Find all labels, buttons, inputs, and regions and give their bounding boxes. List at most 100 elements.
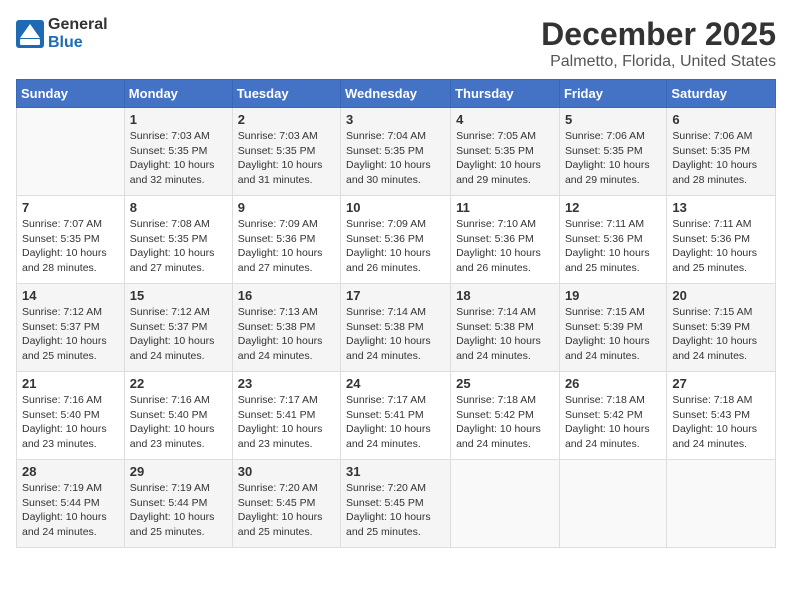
day-number: 16 xyxy=(238,288,335,303)
calendar-cell: 23 Sunrise: 7:17 AM Sunset: 5:41 PM Dayli… xyxy=(232,372,340,460)
calendar-cell: 13 Sunrise: 7:11 AM Sunset: 5:36 PM Dayli… xyxy=(667,196,776,284)
day-number: 19 xyxy=(565,288,661,303)
day-info: Sunrise: 7:14 AM Sunset: 5:38 PM Dayligh… xyxy=(346,305,445,364)
day-number: 4 xyxy=(456,112,554,127)
day-info: Sunrise: 7:18 AM Sunset: 5:42 PM Dayligh… xyxy=(565,393,661,452)
calendar-cell: 7 Sunrise: 7:07 AM Sunset: 5:35 PM Daylig… xyxy=(17,196,125,284)
logo: General Blue xyxy=(16,16,108,51)
calendar-cell: 8 Sunrise: 7:08 AM Sunset: 5:35 PM Daylig… xyxy=(124,196,232,284)
day-info: Sunrise: 7:10 AM Sunset: 5:36 PM Dayligh… xyxy=(456,217,554,276)
day-info: Sunrise: 7:12 AM Sunset: 5:37 PM Dayligh… xyxy=(22,305,119,364)
day-number: 12 xyxy=(565,200,661,215)
day-header-friday: Friday xyxy=(559,80,666,108)
day-info: Sunrise: 7:06 AM Sunset: 5:35 PM Dayligh… xyxy=(672,129,770,188)
day-info: Sunrise: 7:06 AM Sunset: 5:35 PM Dayligh… xyxy=(565,129,661,188)
day-info: Sunrise: 7:05 AM Sunset: 5:35 PM Dayligh… xyxy=(456,129,554,188)
day-number: 8 xyxy=(130,200,227,215)
calendar-title: December 2025 xyxy=(541,16,776,53)
day-info: Sunrise: 7:20 AM Sunset: 5:45 PM Dayligh… xyxy=(346,481,445,540)
calendar-cell xyxy=(667,460,776,548)
day-header-monday: Monday xyxy=(124,80,232,108)
logo-icon xyxy=(16,20,44,48)
calendar-cell: 21 Sunrise: 7:16 AM Sunset: 5:40 PM Dayli… xyxy=(17,372,125,460)
day-info: Sunrise: 7:13 AM Sunset: 5:38 PM Dayligh… xyxy=(238,305,335,364)
calendar-cell: 29Sunrise: 7:19 AM Sunset: 5:44 PM Dayli… xyxy=(124,460,232,548)
day-number: 3 xyxy=(346,112,445,127)
day-number: 10 xyxy=(346,200,445,215)
day-info: Sunrise: 7:04 AM Sunset: 5:35 PM Dayligh… xyxy=(346,129,445,188)
calendar-cell: 15Sunrise: 7:12 AM Sunset: 5:37 PM Dayli… xyxy=(124,284,232,372)
day-number: 22 xyxy=(130,376,227,391)
day-number: 2 xyxy=(238,112,335,127)
day-number: 20 xyxy=(672,288,770,303)
day-number: 17 xyxy=(346,288,445,303)
day-header-wednesday: Wednesday xyxy=(341,80,451,108)
calendar-cell xyxy=(559,460,666,548)
week-row: 21 Sunrise: 7:16 AM Sunset: 5:40 PM Dayli… xyxy=(17,372,776,460)
day-number: 1 xyxy=(130,112,227,127)
logo-text: General Blue xyxy=(48,16,108,51)
calendar-subtitle: Palmetto, Florida, United States xyxy=(541,53,776,71)
day-number: 31 xyxy=(346,464,445,479)
day-number: 28 xyxy=(22,464,119,479)
week-row: 28 Sunrise: 7:19 AM Sunset: 5:44 PM Dayli… xyxy=(17,460,776,548)
day-number: 15 xyxy=(130,288,227,303)
calendar-cell: 18 Sunrise: 7:14 AM Sunset: 5:38 PM Dayli… xyxy=(451,284,560,372)
day-info: Sunrise: 7:18 AM Sunset: 5:42 PM Dayligh… xyxy=(456,393,554,452)
calendar-cell: 27Sunrise: 7:18 AM Sunset: 5:43 PM Dayli… xyxy=(667,372,776,460)
day-number: 5 xyxy=(565,112,661,127)
calendar-cell: 22 Sunrise: 7:16 AM Sunset: 5:40 PM Dayli… xyxy=(124,372,232,460)
day-info: Sunrise: 7:17 AM Sunset: 5:41 PM Dayligh… xyxy=(346,393,445,452)
day-number: 18 xyxy=(456,288,554,303)
day-header-thursday: Thursday xyxy=(451,80,560,108)
calendar-cell: 25Sunrise: 7:18 AM Sunset: 5:42 PM Dayli… xyxy=(451,372,560,460)
calendar-cell: 26 Sunrise: 7:18 AM Sunset: 5:42 PM Dayli… xyxy=(559,372,666,460)
calendar-cell: 11 Sunrise: 7:10 AM Sunset: 5:36 PM Dayli… xyxy=(451,196,560,284)
day-info: Sunrise: 7:18 AM Sunset: 5:43 PM Dayligh… xyxy=(672,393,770,452)
day-number: 24 xyxy=(346,376,445,391)
days-header-row: SundayMondayTuesdayWednesdayThursdayFrid… xyxy=(17,80,776,108)
day-info: Sunrise: 7:14 AM Sunset: 5:38 PM Dayligh… xyxy=(456,305,554,364)
day-number: 21 xyxy=(22,376,119,391)
day-info: Sunrise: 7:07 AM Sunset: 5:35 PM Dayligh… xyxy=(22,217,119,276)
week-row: 14 Sunrise: 7:12 AM Sunset: 5:37 PM Dayli… xyxy=(17,284,776,372)
calendar-cell: 14 Sunrise: 7:12 AM Sunset: 5:37 PM Dayli… xyxy=(17,284,125,372)
day-header-saturday: Saturday xyxy=(667,80,776,108)
day-number: 13 xyxy=(672,200,770,215)
calendar-cell: 4 Sunrise: 7:05 AM Sunset: 5:35 PM Daylig… xyxy=(451,108,560,196)
day-info: Sunrise: 7:08 AM Sunset: 5:35 PM Dayligh… xyxy=(130,217,227,276)
day-header-sunday: Sunday xyxy=(17,80,125,108)
day-info: Sunrise: 7:19 AM Sunset: 5:44 PM Dayligh… xyxy=(22,481,119,540)
day-info: Sunrise: 7:17 AM Sunset: 5:41 PM Dayligh… xyxy=(238,393,335,452)
calendar-cell: 1 Sunrise: 7:03 AM Sunset: 5:35 PM Daylig… xyxy=(124,108,232,196)
calendar-cell: 3 Sunrise: 7:04 AM Sunset: 5:35 PM Daylig… xyxy=(341,108,451,196)
day-number: 29 xyxy=(130,464,227,479)
day-number: 11 xyxy=(456,200,554,215)
day-info: Sunrise: 7:03 AM Sunset: 5:35 PM Dayligh… xyxy=(130,129,227,188)
day-number: 26 xyxy=(565,376,661,391)
logo-general: General xyxy=(48,16,108,34)
day-info: Sunrise: 7:11 AM Sunset: 5:36 PM Dayligh… xyxy=(672,217,770,276)
day-info: Sunrise: 7:20 AM Sunset: 5:45 PM Dayligh… xyxy=(238,481,335,540)
title-block: December 2025 Palmetto, Florida, United … xyxy=(541,16,776,71)
calendar-cell: 17 Sunrise: 7:14 AM Sunset: 5:38 PM Dayli… xyxy=(341,284,451,372)
day-info: Sunrise: 7:16 AM Sunset: 5:40 PM Dayligh… xyxy=(22,393,119,452)
calendar-cell: 2Sunrise: 7:03 AM Sunset: 5:35 PM Daylig… xyxy=(232,108,340,196)
day-number: 6 xyxy=(672,112,770,127)
day-number: 14 xyxy=(22,288,119,303)
day-number: 23 xyxy=(238,376,335,391)
calendar-cell: 28 Sunrise: 7:19 AM Sunset: 5:44 PM Dayli… xyxy=(17,460,125,548)
day-info: Sunrise: 7:15 AM Sunset: 5:39 PM Dayligh… xyxy=(565,305,661,364)
calendar-cell: 16 Sunrise: 7:13 AM Sunset: 5:38 PM Dayli… xyxy=(232,284,340,372)
logo-blue: Blue xyxy=(48,34,108,52)
day-info: Sunrise: 7:11 AM Sunset: 5:36 PM Dayligh… xyxy=(565,217,661,276)
calendar-cell: 24 Sunrise: 7:17 AM Sunset: 5:41 PM Dayli… xyxy=(341,372,451,460)
calendar-cell: 6 Sunrise: 7:06 AM Sunset: 5:35 PM Daylig… xyxy=(667,108,776,196)
calendar-cell: 10Sunrise: 7:09 AM Sunset: 5:36 PM Dayli… xyxy=(341,196,451,284)
page-header: General Blue December 2025 Palmetto, Flo… xyxy=(16,16,776,71)
day-info: Sunrise: 7:15 AM Sunset: 5:39 PM Dayligh… xyxy=(672,305,770,364)
day-header-tuesday: Tuesday xyxy=(232,80,340,108)
day-info: Sunrise: 7:16 AM Sunset: 5:40 PM Dayligh… xyxy=(130,393,227,452)
calendar-cell: 30Sunrise: 7:20 AM Sunset: 5:45 PM Dayli… xyxy=(232,460,340,548)
day-number: 7 xyxy=(22,200,119,215)
